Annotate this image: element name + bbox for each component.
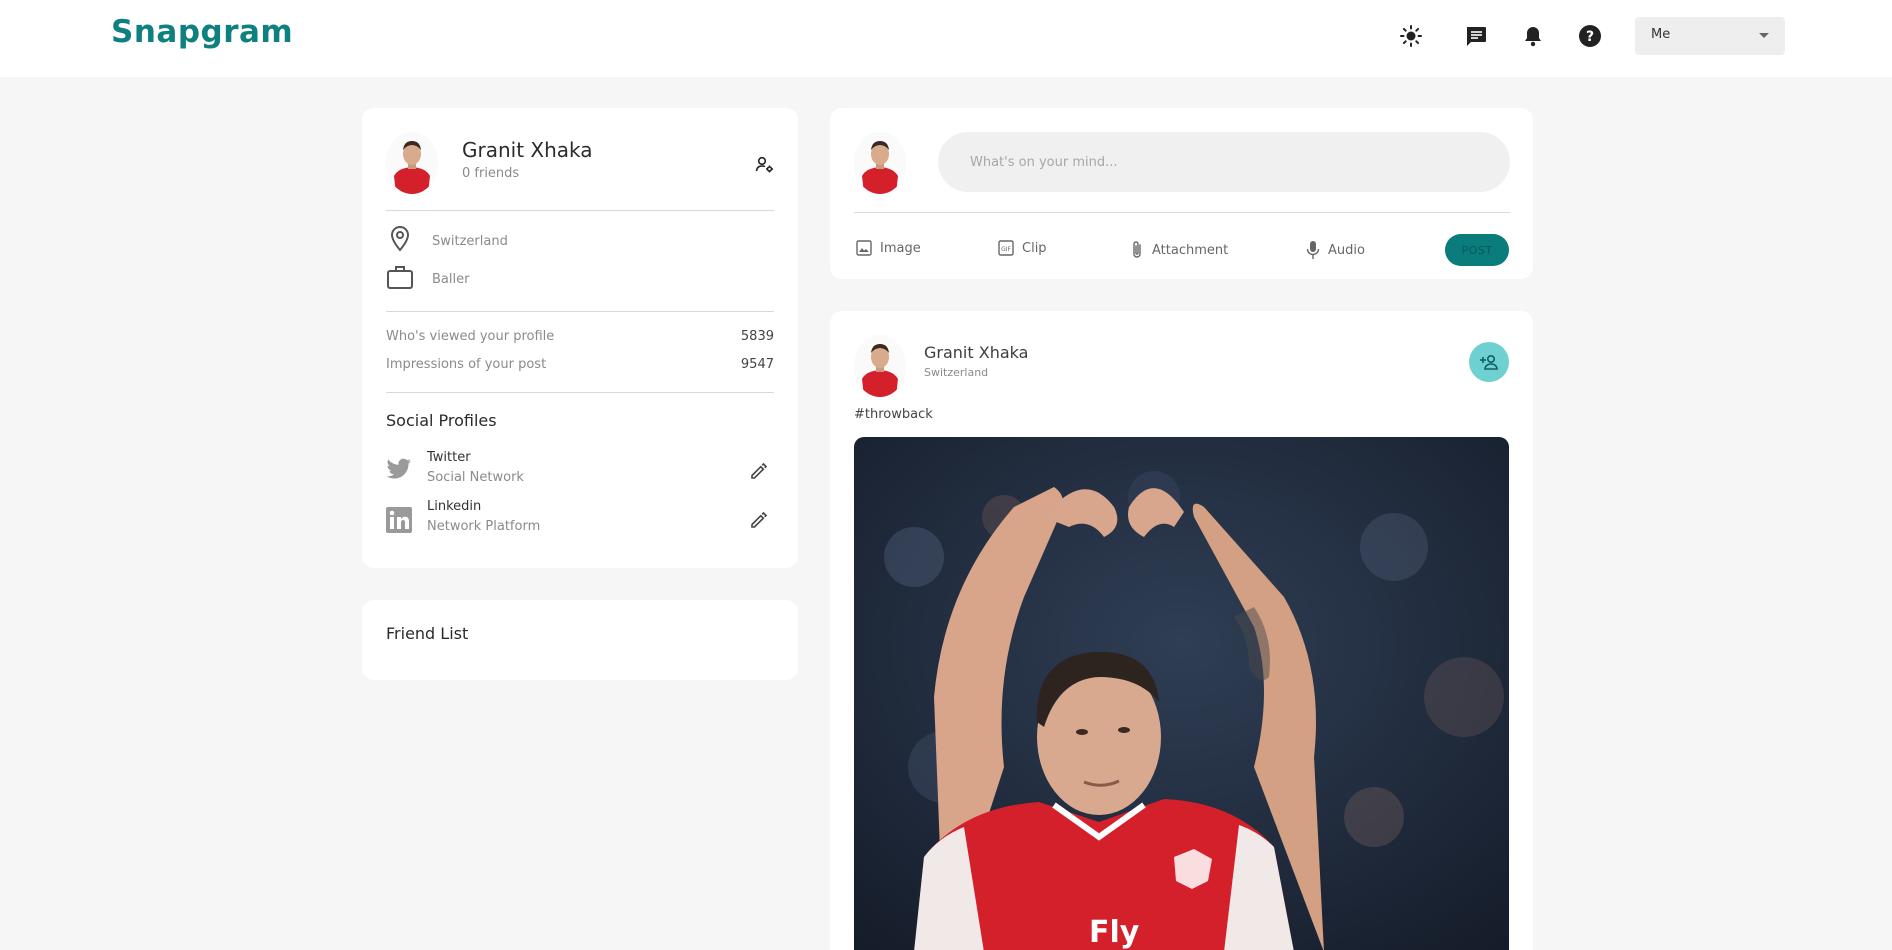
sun-icon[interactable] bbox=[1397, 22, 1425, 50]
avatar[interactable] bbox=[854, 335, 906, 397]
app-logo[interactable]: Snapgram bbox=[111, 14, 293, 50]
edit-icon[interactable] bbox=[746, 458, 772, 484]
divider bbox=[386, 210, 774, 211]
attachment-button[interactable]: Attachment bbox=[1130, 240, 1228, 260]
paperclip-icon bbox=[1133, 241, 1141, 258]
social-subtitle: Social Network bbox=[427, 470, 524, 485]
audio-label: Audio bbox=[1328, 242, 1365, 258]
friend-list-card: Friend List bbox=[362, 600, 798, 680]
friend-list-title: Friend List bbox=[386, 624, 469, 643]
post-description: #throwback bbox=[854, 407, 933, 422]
manage-account-icon[interactable] bbox=[752, 152, 778, 178]
person-add-icon bbox=[1480, 354, 1498, 370]
avatar[interactable] bbox=[386, 132, 438, 194]
social-profiles-title: Social Profiles bbox=[386, 411, 497, 430]
social-item-twitter: Twitter Social Network bbox=[386, 450, 776, 494]
linkedin-icon bbox=[386, 507, 412, 537]
image-icon bbox=[856, 240, 872, 256]
occupation-row: Baller bbox=[386, 262, 469, 296]
social-subtitle: Network Platform bbox=[427, 519, 541, 534]
post-image[interactable]: Fly bbox=[854, 437, 1509, 950]
navbar: Snapgram ? Me bbox=[0, 0, 1892, 77]
stat-value: 5839 bbox=[740, 329, 774, 344]
social-name: Linkedin bbox=[427, 499, 482, 514]
add-friend-button[interactable] bbox=[1469, 342, 1509, 382]
stat-label: Impressions of your post bbox=[386, 357, 547, 372]
attachment-label: Attachment bbox=[1152, 242, 1229, 258]
bell-icon[interactable] bbox=[1519, 22, 1547, 50]
help-icon[interactable]: ? bbox=[1576, 22, 1604, 50]
clip-label: Clip bbox=[1022, 240, 1047, 256]
divider bbox=[854, 212, 1510, 213]
post-button[interactable]: POST bbox=[1445, 234, 1509, 266]
user-select[interactable]: Me bbox=[1635, 17, 1785, 55]
audio-button[interactable]: Audio bbox=[1306, 240, 1365, 260]
stat-profile-views: Who's viewed your profile 5839 bbox=[386, 329, 774, 344]
post-location: Switzerland bbox=[924, 366, 989, 379]
message-icon[interactable] bbox=[1462, 22, 1490, 50]
location-row: Switzerland bbox=[386, 224, 508, 258]
twitter-icon bbox=[386, 458, 412, 484]
user-select-value: Me bbox=[1651, 27, 1671, 42]
post-card: Granit Xhaka Switzerland #throwback Fly bbox=[830, 311, 1533, 950]
profile-card: Granit Xhaka 0 friends Switzerland Balle… bbox=[362, 108, 798, 568]
stat-impressions: Impressions of your post 9547 bbox=[386, 357, 774, 372]
stat-label: Who's viewed your profile bbox=[386, 329, 555, 344]
friends-count: 0 friends bbox=[462, 166, 520, 181]
divider bbox=[386, 311, 774, 312]
briefcase-icon bbox=[386, 262, 414, 296]
social-name: Twitter bbox=[427, 450, 471, 465]
microphone-icon bbox=[1306, 241, 1320, 259]
svg-text:Fly: Fly bbox=[1089, 915, 1140, 950]
post-input[interactable] bbox=[938, 132, 1510, 192]
post-author[interactable]: Granit Xhaka bbox=[924, 343, 1028, 362]
stat-value: 9547 bbox=[740, 357, 774, 372]
location-pin-icon bbox=[386, 224, 414, 258]
edit-icon[interactable] bbox=[746, 507, 772, 533]
svg-text:GIF: GIF bbox=[1001, 246, 1011, 253]
occupation-text: Baller bbox=[432, 271, 470, 287]
post-composer: Image GIF Clip Attachment Audio POST bbox=[830, 108, 1533, 279]
chevron-down-icon bbox=[1759, 33, 1769, 38]
image-button[interactable]: Image bbox=[856, 240, 921, 256]
gif-icon: GIF bbox=[998, 240, 1014, 256]
image-label: Image bbox=[880, 240, 921, 256]
svg-text:?: ? bbox=[1586, 29, 1594, 45]
clip-button[interactable]: GIF Clip bbox=[998, 240, 1047, 256]
social-item-linkedin: Linkedin Network Platform bbox=[386, 499, 776, 543]
location-text: Switzerland bbox=[432, 233, 508, 249]
avatar[interactable] bbox=[854, 132, 906, 194]
profile-name[interactable]: Granit Xhaka bbox=[462, 138, 593, 162]
divider bbox=[386, 392, 774, 393]
